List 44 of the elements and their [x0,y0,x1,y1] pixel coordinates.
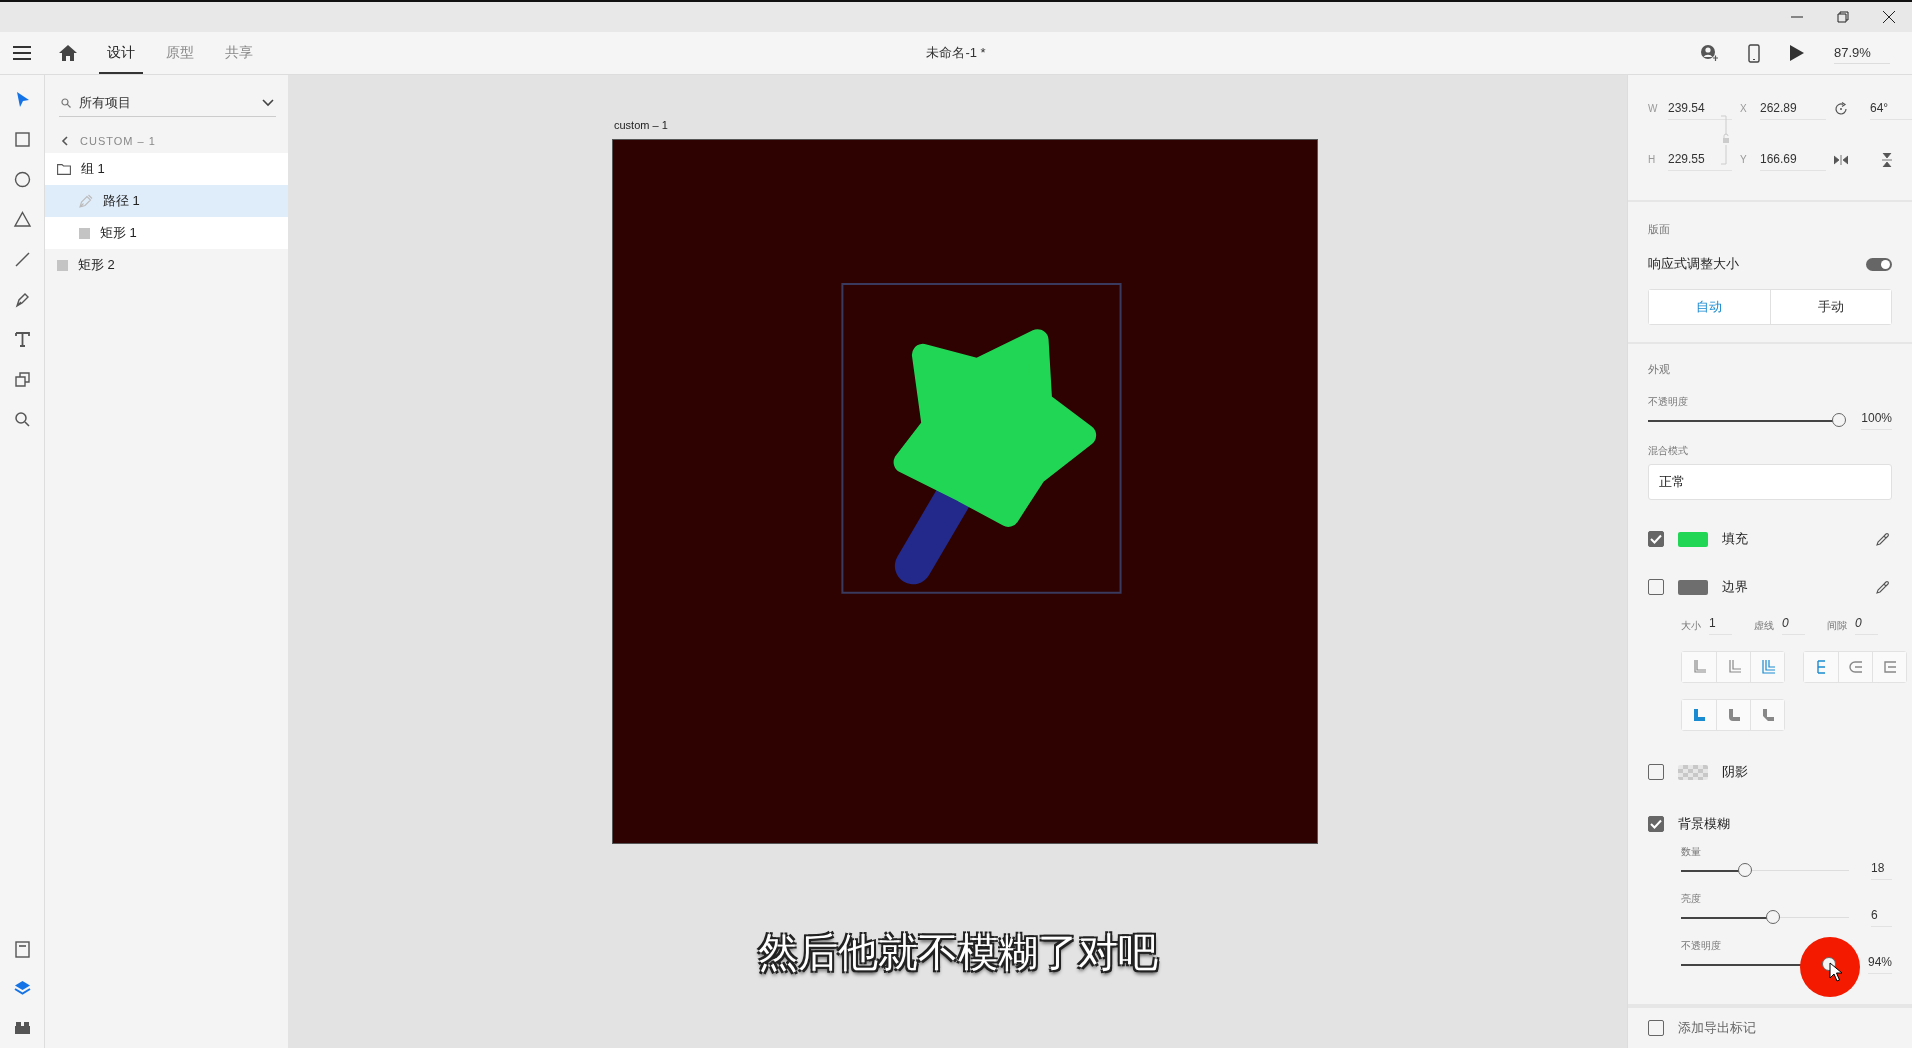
export-mark-label: 添加导出标记 [1678,1019,1756,1037]
slider-label: 不透明度 [1681,939,1722,953]
slider-value[interactable]: 18 [1871,859,1892,880]
layer-row[interactable]: 矩形 1 [45,217,288,249]
border-label: 边界 [1722,578,1748,596]
artboard-label[interactable]: custom – 1 [614,119,668,131]
section-heading: 外观 [1648,362,1671,377]
mode-button[interactable]: 手动 [1769,290,1891,324]
search-field[interactable]: 所有项目 [79,95,254,110]
tab[interactable]: 共享 [217,32,261,74]
slider-value[interactable]: 94% [1867,953,1892,974]
field-label: H [1648,154,1657,165]
blend-mode-label: 混合模式 [1648,444,1689,458]
shadow-label: 阴影 [1722,763,1748,781]
input-field[interactable]: 0 [1782,616,1805,635]
opacity-value[interactable]: 100% [1861,409,1892,430]
dash-label: 虚线 [1754,618,1774,633]
layer-row[interactable]: 路径 1 [45,185,288,217]
opacity-label: 不透明度 [1648,395,1689,409]
section-heading: 版面 [1648,222,1671,237]
input-field[interactable]: 166.69 [1760,148,1826,171]
input-field[interactable]: 0 [1855,616,1878,635]
document-title: 未命名-1 * [926,44,986,62]
size-label: 大小 [1681,618,1701,633]
slider-label: 数量 [1681,845,1702,859]
zoom-level[interactable]: 87.9% [1834,42,1890,64]
field-label: Y [1740,154,1748,165]
input-field[interactable]: 1 [1709,616,1732,635]
input-field[interactable]: 64° [1870,97,1912,120]
layer-row[interactable]: 矩形 2 [45,249,288,281]
blend-mode-dropdown[interactable]: 正常 [1648,464,1892,500]
layer-row[interactable]: 组 1 [45,153,288,185]
input-field[interactable]: 239.54 [1668,97,1732,120]
input-field[interactable]: 262.89 [1760,97,1826,120]
subtitle: 然后他就不模糊了对吧 [757,929,1158,978]
gap-label: 间隙 [1827,618,1847,633]
slider-label: 亮度 [1681,892,1702,906]
input-field[interactable]: 229.55 [1668,148,1732,171]
field-label: X [1740,103,1748,114]
background-blur-label: 背景模糊 [1678,815,1730,833]
fill-label: 填充 [1722,530,1748,548]
responsive-label: 响应式调整大小 [1648,255,1739,273]
slider-value[interactable]: 6 [1871,906,1892,927]
field-label: W [1648,103,1659,114]
